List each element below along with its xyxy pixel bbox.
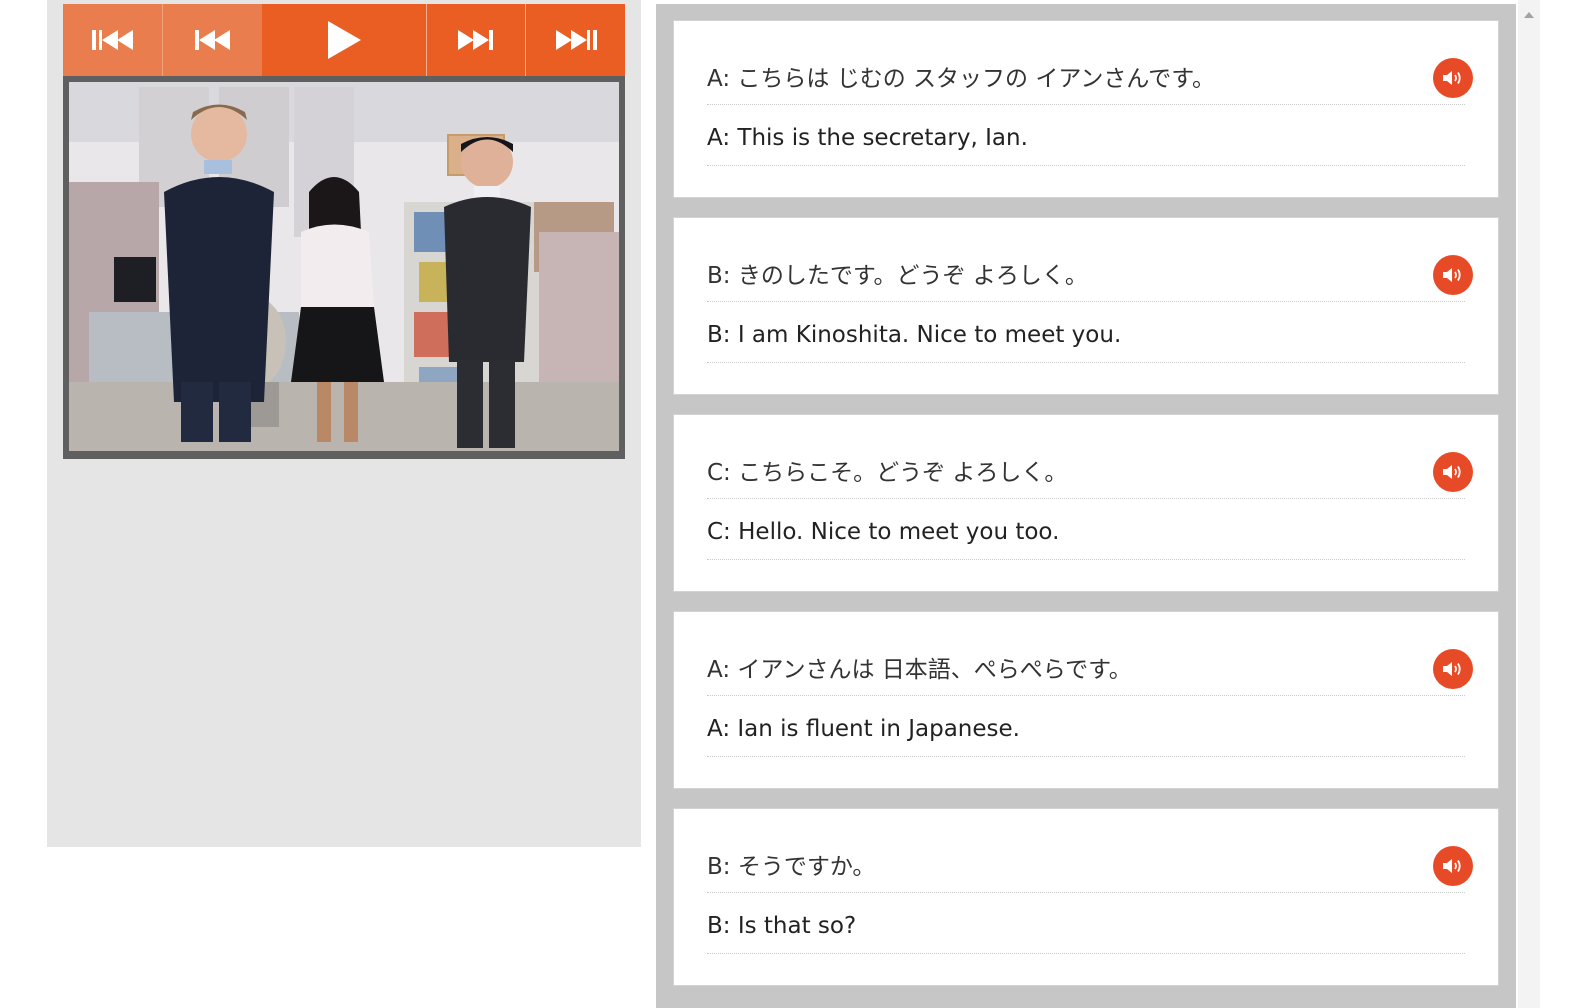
media-panel bbox=[47, 0, 641, 847]
speaker-icon bbox=[1443, 268, 1461, 282]
play-audio-button[interactable] bbox=[1433, 649, 1473, 689]
first-track-button[interactable] bbox=[63, 4, 163, 76]
office-scene-photo bbox=[69, 82, 619, 451]
english-translation: B: I am Kinoshita. Nice to meet you. bbox=[707, 317, 1465, 363]
japanese-line: B: きのしたです。どうぞ よろしく。 bbox=[707, 258, 1465, 302]
dialogue-card: A: こちらは じむの スタッフの イアンさんです。 A: This is th… bbox=[673, 20, 1499, 198]
play-audio-button[interactable] bbox=[1433, 255, 1473, 295]
dialogue-card: C: こちらこそ。どうぞ よろしく。 C: Hello. Nice to mee… bbox=[673, 414, 1499, 592]
last-track-icon bbox=[555, 30, 597, 50]
speaker-icon bbox=[1443, 465, 1461, 479]
scene-photo-frame bbox=[63, 76, 625, 459]
dialogue-card: B: きのしたです。どうぞ よろしく。 B: I am Kinoshita. N… bbox=[673, 217, 1499, 395]
next-button[interactable] bbox=[427, 4, 526, 76]
play-audio-button[interactable] bbox=[1433, 58, 1473, 98]
speaker-icon bbox=[1443, 71, 1461, 85]
english-translation: A: Ian is fluent in Japanese. bbox=[707, 711, 1465, 757]
player-controls bbox=[63, 4, 625, 76]
previous-button[interactable] bbox=[163, 4, 262, 76]
dialogue-card: A: イアンさんは 日本語、ぺらぺらです。 A: Ian is fluent i… bbox=[673, 611, 1499, 789]
next-icon bbox=[458, 30, 493, 50]
scroll-up-arrow-icon bbox=[1524, 11, 1534, 18]
english-translation: A: This is the secretary, Ian. bbox=[707, 120, 1465, 166]
english-translation: B: Is that so? bbox=[707, 908, 1465, 954]
speaker-icon bbox=[1443, 859, 1461, 873]
vertical-scrollbar[interactable] bbox=[1518, 0, 1540, 1008]
play-audio-button[interactable] bbox=[1433, 846, 1473, 886]
dialogue-panel: A: こちらは じむの スタッフの イアンさんです。 A: This is th… bbox=[656, 4, 1516, 1008]
japanese-line: C: こちらこそ。どうぞ よろしく。 bbox=[707, 455, 1465, 499]
scroll-up-button[interactable] bbox=[1518, 6, 1540, 22]
last-track-button[interactable] bbox=[526, 4, 625, 76]
play-button[interactable] bbox=[262, 4, 427, 76]
play-icon bbox=[328, 21, 361, 59]
dialogue-card: B: そうですか。 B: Is that so? bbox=[673, 808, 1499, 986]
japanese-line: A: こちらは じむの スタッフの イアンさんです。 bbox=[707, 61, 1465, 105]
speaker-icon bbox=[1443, 662, 1461, 676]
japanese-line: B: そうですか。 bbox=[707, 849, 1465, 893]
english-translation: C: Hello. Nice to meet you too. bbox=[707, 514, 1465, 560]
play-audio-button[interactable] bbox=[1433, 452, 1473, 492]
previous-icon bbox=[194, 30, 230, 50]
first-track-icon bbox=[91, 30, 133, 50]
japanese-line: A: イアンさんは 日本語、ぺらぺらです。 bbox=[707, 652, 1465, 696]
